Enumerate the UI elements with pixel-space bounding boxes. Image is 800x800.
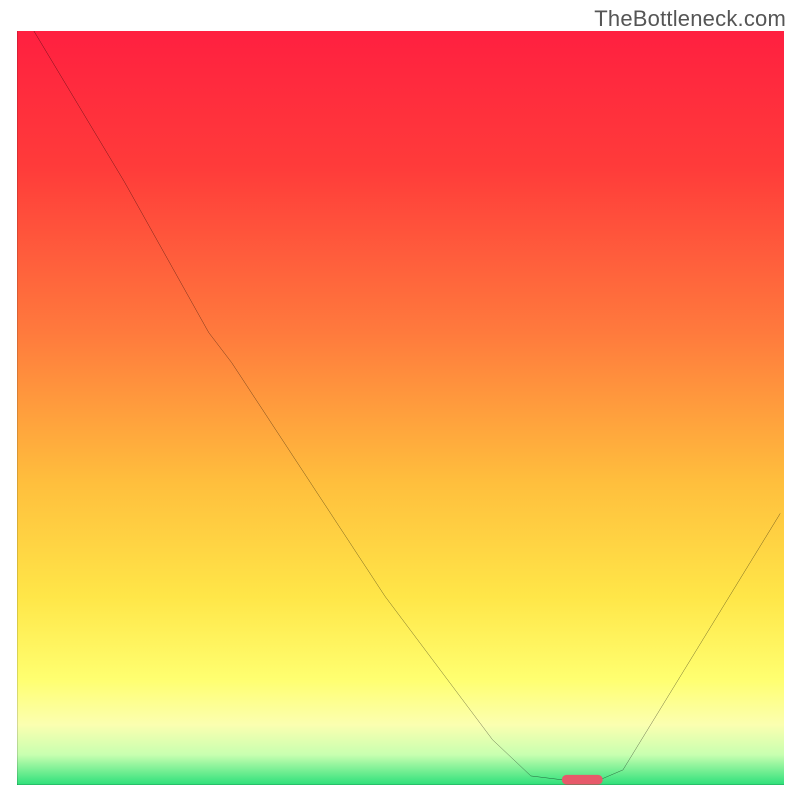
chart-background (17, 31, 784, 785)
chart-svg (17, 31, 784, 785)
chart-plot-area (17, 31, 784, 785)
chart-container: TheBottleneck.com (0, 0, 800, 800)
optimal-point-marker (562, 775, 603, 785)
watermark-text: TheBottleneck.com (594, 6, 786, 32)
